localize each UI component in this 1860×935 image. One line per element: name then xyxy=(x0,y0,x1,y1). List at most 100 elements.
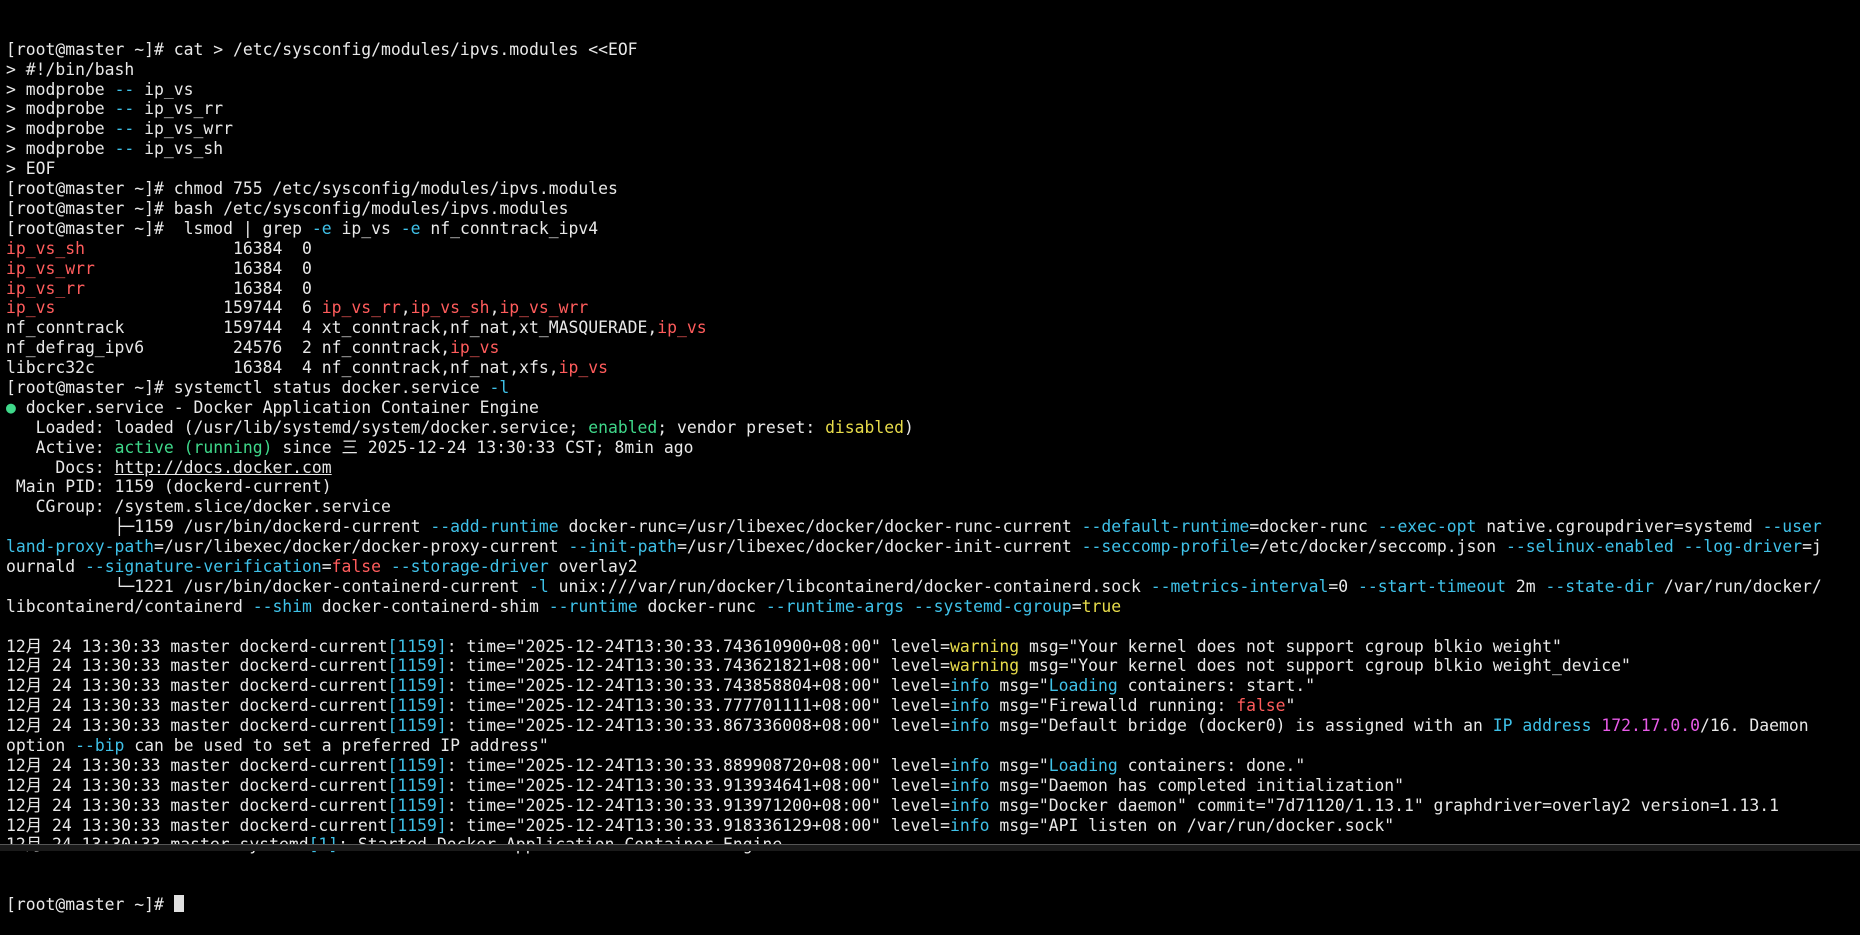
terminal-lines: [root@master ~]# cat > /etc/sysconfig/mo… xyxy=(6,40,1860,856)
terminal-text: > EOF xyxy=(6,159,56,179)
terminal-line: [root@master ~]# systemctl status docker… xyxy=(6,378,1860,398)
terminal-text: ip_vs xyxy=(134,79,194,99)
terminal-text: " xyxy=(1285,696,1296,716)
terminal-text: unix:///var/run/docker/libcontainerd/doc… xyxy=(548,576,1151,596)
terminal-text: docker-runc=/usr/libexec/docker/docker-r… xyxy=(558,517,1082,537)
terminal-text: docker-containerd-shim xyxy=(311,596,549,616)
terminal-line: ip_vs_wrr 16384 0 xyxy=(6,259,1860,279)
terminal-text: nf_conntrack_ipv4 xyxy=(420,218,599,238)
terminal-text: └─1221 /usr/bin/docker-containerd-curren… xyxy=(6,576,530,596)
terminal-text: ● xyxy=(6,397,16,417)
terminal-text: : time="2025-12-24T13:30:33.743858804+08… xyxy=(446,676,951,696)
terminal-text: 12月 24 13:30:33 master dockerd-current xyxy=(6,656,388,676)
terminal-text: msg="Docker daemon" commit="7d71120/1.13… xyxy=(989,795,1779,815)
terminal-text: 12月 24 13:30:33 master dockerd-current xyxy=(6,775,388,795)
terminal-text: Loading xyxy=(1048,676,1118,696)
terminal-text: 12月 24 13:30:33 master dockerd-current xyxy=(6,716,388,736)
terminal-line: option --bip can be used to set a prefer… xyxy=(6,736,1860,756)
terminal-text: ip_vs xyxy=(450,338,500,358)
terminal-text: Loaded: loaded (/usr/lib/systemd/system/… xyxy=(6,417,589,437)
terminal-line: ● docker.service - Docker Application Co… xyxy=(6,398,1860,418)
terminal-text: ip_vs_sh xyxy=(134,139,224,159)
terminal-text: Loading xyxy=(1048,755,1118,775)
terminal-text: [root@master ~]# lsmod | grep xyxy=(6,218,312,238)
terminal-text: false xyxy=(1236,696,1286,716)
terminal-prompt: [root@master ~]# xyxy=(6,895,174,915)
terminal-text: : time="2025-12-24T13:30:33.913971200+08… xyxy=(446,795,951,815)
terminal-text: , xyxy=(489,298,500,318)
terminal-text: ip_vs_sh xyxy=(6,238,85,258)
terminal-text: docker-runc xyxy=(637,596,766,616)
terminal-text: [root@master ~]# bash /etc/sysconfig/mod… xyxy=(6,198,569,218)
terminal-line: 12月 24 13:30:33 master dockerd-current[1… xyxy=(6,756,1860,776)
terminal-text: containers: start." xyxy=(1117,676,1316,696)
terminal-text: ournald xyxy=(6,556,85,576)
terminal-text: : time="2025-12-24T13:30:33.913934641+08… xyxy=(446,775,951,795)
terminal-text: > modprobe xyxy=(6,119,115,139)
terminal-line: Docs: http://docs.docker.com xyxy=(6,458,1860,478)
terminal-text: 12月 24 13:30:33 master dockerd-current xyxy=(6,696,388,716)
terminal-text: msg="Your kernel does not support cgroup… xyxy=(1019,656,1631,676)
terminal-text: =0 xyxy=(1328,576,1358,596)
terminal-text: info xyxy=(950,676,990,696)
terminal-text: [1159] xyxy=(387,755,447,775)
terminal-text: =docker-runc xyxy=(1249,517,1378,537)
terminal-text: --state-dir xyxy=(1545,576,1655,596)
terminal-text: active (running) xyxy=(114,437,273,457)
terminal-text: --selinux-enabled xyxy=(1506,537,1674,557)
terminal-text: libcrc32c 16384 4 nf_conntrack,nf_nat,xf… xyxy=(6,358,559,378)
terminal-text: [root@master ~]# systemctl status docker… xyxy=(6,377,490,397)
terminal-text: =/usr/libexec/docker/docker-init-current xyxy=(677,537,1082,557)
terminal-text: =/etc/docker/seccomp.json xyxy=(1249,537,1506,557)
terminal-text: 12月 24 13:30:33 master dockerd-current xyxy=(6,676,388,696)
terminal-text: [1159] xyxy=(387,716,447,736)
terminal-line: 12月 24 13:30:33 master dockerd-current[1… xyxy=(6,676,1860,696)
terminal-line: ip_vs_rr 16384 0 xyxy=(6,279,1860,299)
terminal-line: 12月 24 13:30:33 master dockerd-current[1… xyxy=(6,637,1860,657)
terminal-text: : time="2025-12-24T13:30:33.867336008+08… xyxy=(446,716,951,736)
terminal-text: http://docs.docker.com xyxy=(114,457,332,477)
terminal-text: -l xyxy=(529,576,549,596)
terminal-text: = xyxy=(321,556,332,576)
terminal-line: [root@master ~]# cat > /etc/sysconfig/mo… xyxy=(6,40,1860,60)
terminal-line: └─1221 /usr/bin/docker-containerd-curren… xyxy=(6,577,1860,597)
terminal-text: libcontainerd/containerd xyxy=(6,596,253,616)
terminal-text: : time="2025-12-24T13:30:33.777701111+08… xyxy=(446,696,951,716)
terminal-text: --user xyxy=(1762,517,1822,537)
terminal-prompt-line[interactable]: [root@master ~]# xyxy=(6,895,1860,915)
terminal-text: info xyxy=(950,775,990,795)
terminal-text: [1159] xyxy=(387,815,447,835)
terminal-text: ip_vs xyxy=(6,298,56,318)
terminal-text: : time="2025-12-24T13:30:33.918336129+08… xyxy=(446,815,951,835)
terminal-text: Docs: xyxy=(6,457,115,477)
terminal-text: false xyxy=(331,556,382,576)
terminal-text: --systemd-cgroup xyxy=(913,596,1072,616)
terminal-text: ip_vs xyxy=(558,358,608,378)
terminal-text: ip_vs xyxy=(331,218,401,238)
terminal-output[interactable]: [root@master ~]# cat > /etc/sysconfig/mo… xyxy=(6,0,1860,914)
terminal-text: --storage-driver xyxy=(390,556,549,576)
terminal-line: libcontainerd/containerd --shim docker-c… xyxy=(6,597,1860,617)
terminal-text: 16384 0 xyxy=(94,258,312,278)
terminal-text: containers: done." xyxy=(1117,755,1306,775)
terminal-text: : time="2025-12-24T13:30:33.743610900+08… xyxy=(446,636,951,656)
terminal-text: docker.service - Docker Application Cont… xyxy=(15,397,539,417)
terminal-line: > modprobe -- ip_vs xyxy=(6,80,1860,100)
terminal-text: --init-path xyxy=(568,537,678,557)
terminal-text: > modprobe xyxy=(6,79,115,99)
terminal-line: 12月 24 13:30:33 master dockerd-current[1… xyxy=(6,656,1860,676)
terminal-text: info xyxy=(950,716,990,736)
terminal-text: ip_vs_wrr xyxy=(134,119,233,139)
terminal-text: --add-runtime xyxy=(430,517,559,537)
terminal-text: > #!/bin/bash xyxy=(6,59,135,79)
terminal-text: 16384 0 xyxy=(84,238,312,258)
terminal-text: land-proxy-path xyxy=(6,537,155,557)
terminal-text: 159744 6 xyxy=(55,298,322,318)
terminal-line: Main PID: 1159 (dockerd-current) xyxy=(6,477,1860,497)
terminal-text: -e xyxy=(311,218,332,238)
terminal-text: msg="Daemon has completed initialization… xyxy=(989,775,1404,795)
terminal-text: msg="Your kernel does not support cgroup… xyxy=(1019,636,1562,656)
terminal-line: 12月 24 13:30:33 master dockerd-current[1… xyxy=(6,816,1860,836)
